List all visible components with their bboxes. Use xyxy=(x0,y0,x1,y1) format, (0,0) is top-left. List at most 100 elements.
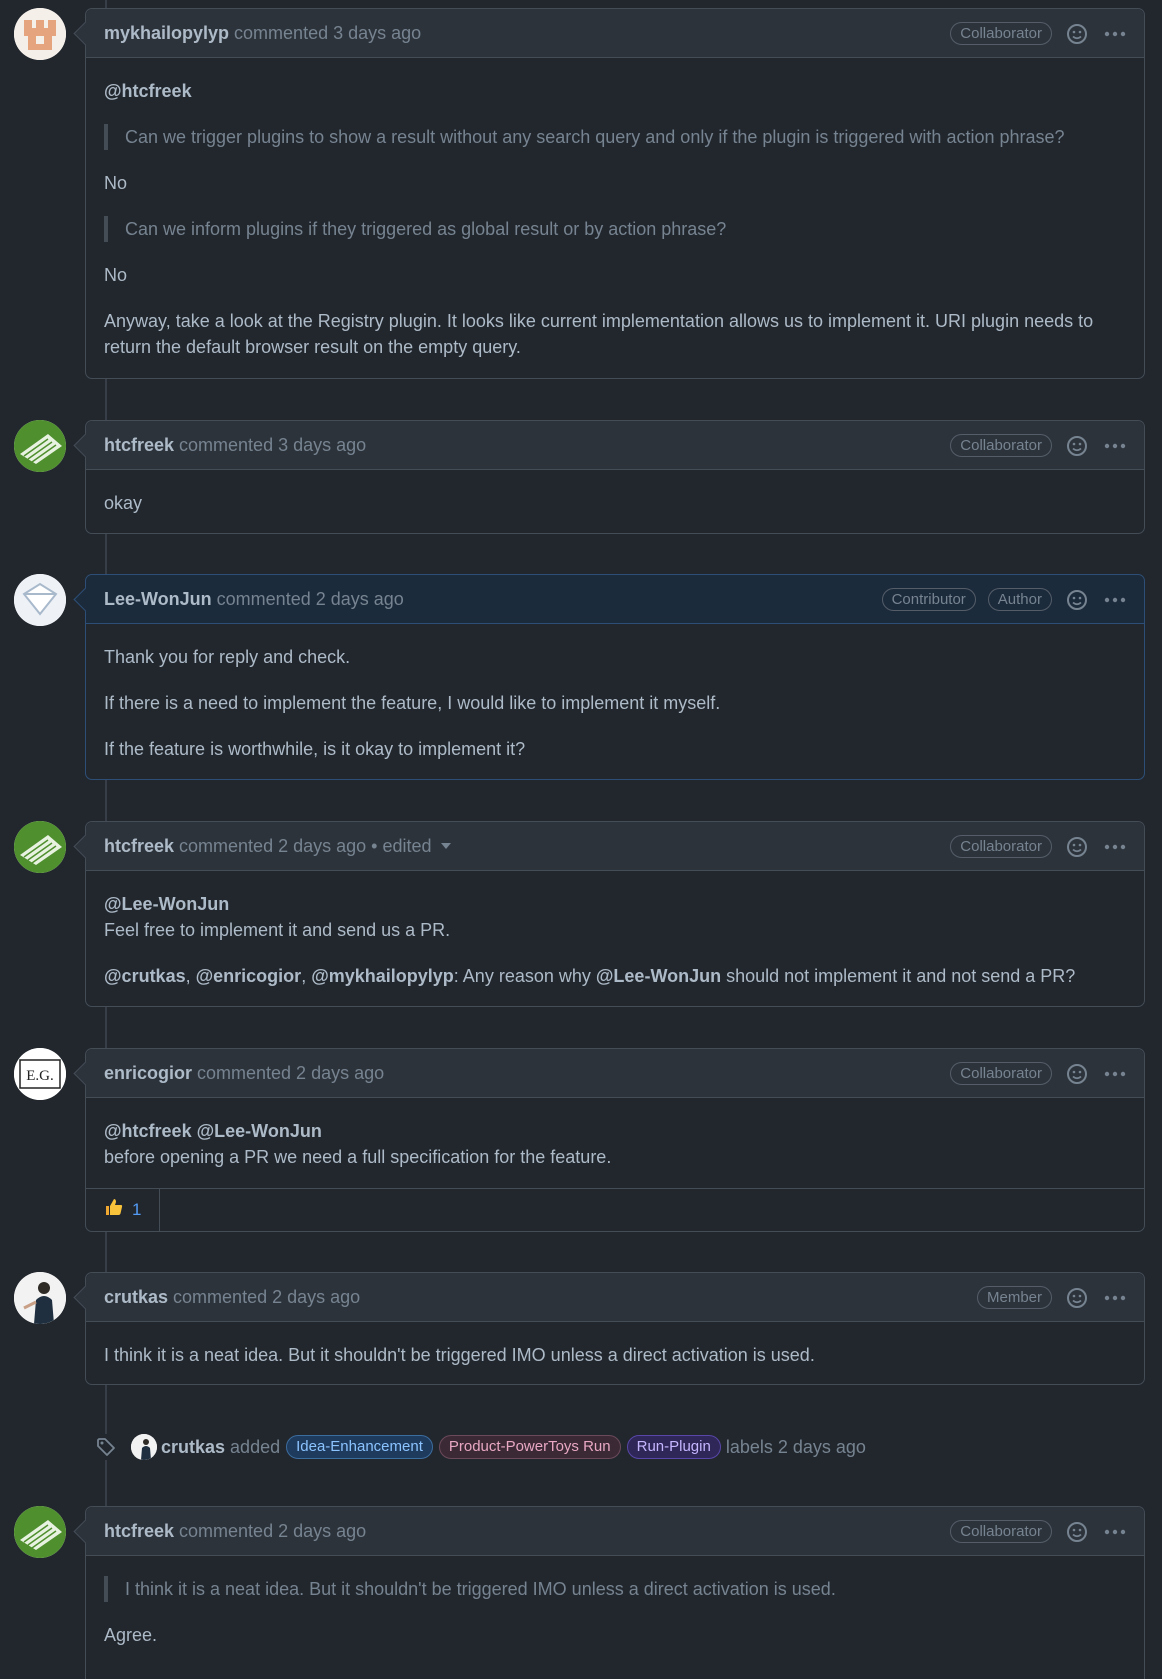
smiley-icon[interactable] xyxy=(1064,587,1090,613)
user-mention[interactable]: @Lee-WonJun xyxy=(104,894,229,914)
quote: Can we trigger plugins to show a result … xyxy=(104,124,1126,150)
avatar[interactable] xyxy=(14,8,66,60)
role-badge: Collaborator xyxy=(950,22,1052,45)
comment-author[interactable]: htcfreek xyxy=(104,1521,174,1542)
comment-box: htcfreek commented 2 days ago • edited C… xyxy=(85,821,1145,1007)
smiley-icon[interactable] xyxy=(1064,433,1090,459)
comment-text: Agree. xyxy=(104,1625,158,1645)
author-badge: Author xyxy=(987,588,1052,611)
role-badge: Collaborator xyxy=(950,835,1052,858)
comment-header: htcfreek commented 2 days ago Collaborat… xyxy=(86,1507,1144,1556)
comment-timestamp[interactable]: commented 2 days ago xyxy=(173,1287,360,1308)
comment-text: If there is a need to implement the feat… xyxy=(104,693,721,713)
comment-author[interactable]: htcfreek xyxy=(104,435,174,456)
chevron-down-icon[interactable] xyxy=(440,843,451,849)
comment-header: mykhailopylyp commented 3 days ago Colla… xyxy=(86,9,1144,58)
thumbs-up-icon xyxy=(104,1197,124,1222)
comment-body: @htcfreek Can we trigger plugins to show… xyxy=(86,58,1144,378)
role-badge: Contributor xyxy=(881,588,976,611)
user-mention[interactable]: @htcfreek xyxy=(104,1121,192,1141)
user-mention[interactable]: @enricogior xyxy=(196,966,302,986)
comment-author[interactable]: htcfreek xyxy=(104,836,174,857)
user-mention[interactable]: @Lee-WonJun xyxy=(596,966,721,986)
role-badge: Collaborator xyxy=(950,1520,1052,1543)
kebab-menu-icon[interactable] xyxy=(1102,433,1128,459)
kebab-menu-icon[interactable] xyxy=(1102,1061,1128,1087)
avatar[interactable] xyxy=(14,574,66,626)
comment-box: mykhailopylyp commented 3 days ago Colla… xyxy=(85,8,1145,379)
event-author[interactable]: crutkas xyxy=(161,1437,225,1458)
comment-text: : Any reason why xyxy=(453,966,596,986)
quote: Can we inform plugins if they triggered … xyxy=(104,216,1126,242)
comment-text: Thank you for reply and check. xyxy=(104,647,351,667)
reaction-count: 1 xyxy=(132,1199,142,1219)
avatar-initials: E.G. xyxy=(26,1068,54,1084)
edited-indicator[interactable]: • edited xyxy=(371,836,431,857)
smiley-icon[interactable] xyxy=(1064,21,1090,47)
avatar[interactable] xyxy=(14,1506,66,1558)
comment-box: htcfreek commented 3 days ago Collaborat… xyxy=(85,420,1145,534)
avatar[interactable] xyxy=(14,420,66,472)
comment-text: should not implement it and not send a P… xyxy=(721,966,1076,986)
comment-header: Lee-WonJun commented 2 days ago Contribu… xyxy=(86,575,1144,624)
role-badge: Collaborator xyxy=(950,434,1052,457)
comment-header: enricogior commented 2 days ago Collabor… xyxy=(86,1049,1144,1098)
comment-header: htcfreek commented 2 days ago • edited C… xyxy=(86,822,1144,871)
comment-body: I think it is a neat idea. But it should… xyxy=(86,1556,1144,1666)
comment-timestamp[interactable]: commented 2 days ago xyxy=(179,836,366,857)
event-action: added xyxy=(230,1436,281,1457)
smiley-icon[interactable] xyxy=(1064,1519,1090,1545)
comment-author[interactable]: enricogior xyxy=(104,1063,192,1084)
comment-timestamp[interactable]: commented 3 days ago xyxy=(179,435,366,456)
label-product-powertoys-run[interactable]: Product-PowerToys Run xyxy=(438,1435,621,1459)
quote: I think it is a neat idea. But it should… xyxy=(104,1576,1126,1602)
comment-text: No xyxy=(104,265,128,285)
comment-timestamp[interactable]: commented 2 days ago xyxy=(217,589,404,610)
smiley-icon[interactable] xyxy=(1064,834,1090,860)
comment-text: I think it is a neat idea. But it should… xyxy=(104,1345,815,1365)
comment-body: I think it is a neat idea. But it should… xyxy=(86,1322,1144,1386)
kebab-menu-icon[interactable] xyxy=(1102,834,1128,860)
kebab-menu-icon[interactable] xyxy=(1102,587,1128,613)
comment-text: If the feature is worthwhile, is it okay… xyxy=(104,739,526,759)
comment-header: crutkas commented 2 days ago Member xyxy=(86,1273,1144,1322)
comment-author[interactable]: Lee-WonJun xyxy=(104,589,212,610)
comment-box: crutkas commented 2 days ago Member I th… xyxy=(85,1272,1145,1385)
user-mention[interactable]: @htcfreek xyxy=(104,81,192,101)
kebab-menu-icon[interactable] xyxy=(1102,1285,1128,1311)
smiley-icon[interactable] xyxy=(1064,1285,1090,1311)
avatar[interactable] xyxy=(14,821,66,873)
role-badge: Member xyxy=(976,1286,1052,1309)
reactions-bar: 1 xyxy=(86,1188,1144,1231)
reaction-thumbs-up[interactable]: 1 xyxy=(86,1188,161,1231)
comment-body: Thank you for reply and check. If there … xyxy=(86,624,1144,780)
user-mention[interactable]: @crutkas xyxy=(104,966,186,986)
comment-author[interactable]: crutkas xyxy=(104,1287,168,1308)
kebab-menu-icon[interactable] xyxy=(1102,1519,1128,1545)
avatar[interactable]: E.G. xyxy=(14,1048,66,1100)
avatar[interactable] xyxy=(14,1272,66,1324)
avatar[interactable] xyxy=(131,1434,157,1460)
comment-text: okay xyxy=(104,493,143,513)
event-timestamp[interactable]: labels 2 days ago xyxy=(726,1437,866,1458)
comment-timestamp[interactable]: commented 3 days ago xyxy=(234,23,421,44)
label-run-plugin[interactable]: Run-Plugin xyxy=(626,1435,721,1459)
comment-box: Lee-WonJun commented 2 days ago Contribu… xyxy=(85,574,1145,780)
comment-text: No xyxy=(104,173,128,193)
comment-timestamp[interactable]: commented 2 days ago xyxy=(197,1063,384,1084)
user-mention[interactable]: @mykhailopylyp xyxy=(311,966,454,986)
comment-body: okay xyxy=(86,470,1144,534)
comment-box: enricogior commented 2 days ago Collabor… xyxy=(85,1048,1145,1232)
smiley-icon[interactable] xyxy=(1064,1061,1090,1087)
comment-text: Anyway, take a look at the Registry plug… xyxy=(104,311,1094,357)
kebab-menu-icon[interactable] xyxy=(1102,21,1128,47)
comment-body: @Lee-WonJun Feel free to implement it an… xyxy=(86,871,1144,1007)
comment-text: Feel free to implement it and send us a … xyxy=(104,920,451,940)
user-mention[interactable]: @Lee-WonJun xyxy=(197,1121,322,1141)
role-badge: Collaborator xyxy=(950,1062,1052,1085)
label-idea-enhancement[interactable]: Idea-Enhancement xyxy=(286,1435,433,1459)
tag-icon xyxy=(93,1434,119,1460)
comment-body: @htcfreek @Lee-WonJun before opening a P… xyxy=(86,1098,1144,1188)
comment-timestamp[interactable]: commented 2 days ago xyxy=(179,1521,366,1542)
comment-author[interactable]: mykhailopylyp xyxy=(104,23,229,44)
